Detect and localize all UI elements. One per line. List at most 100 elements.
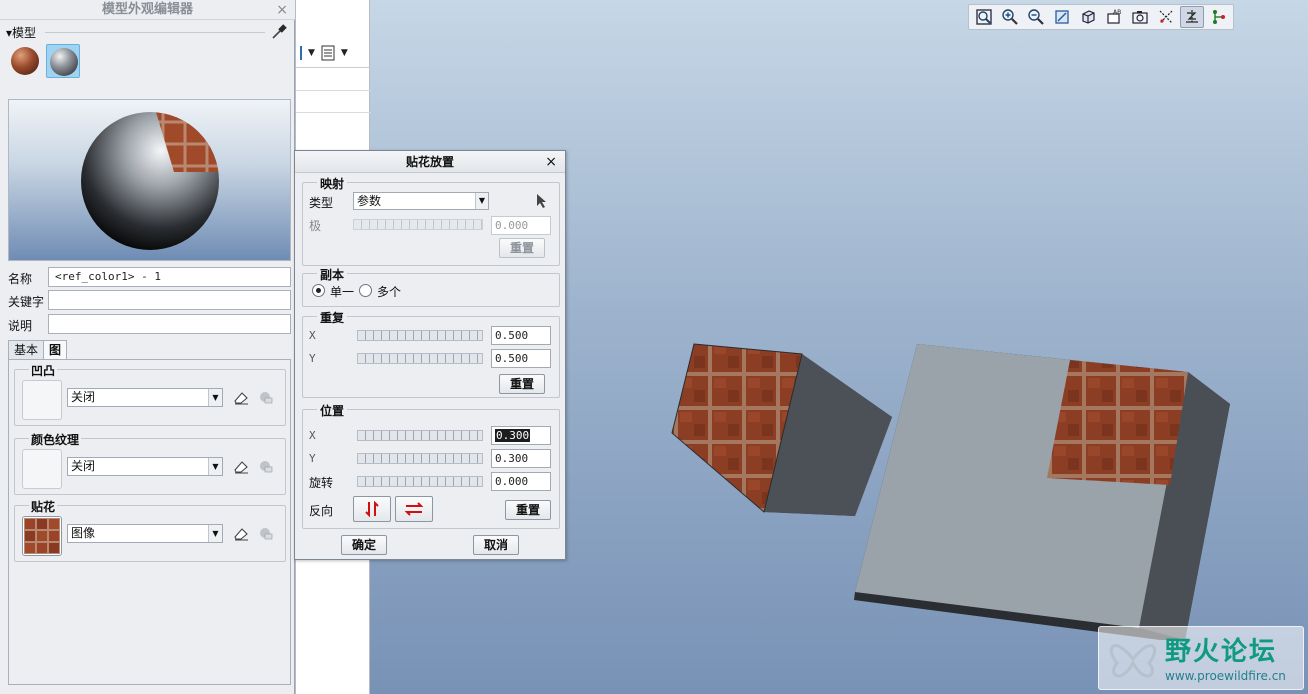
color-texture-slot[interactable] [22, 449, 62, 489]
copies-multiple-label: 多个 [377, 285, 402, 299]
flip-horizontal-button[interactable] [395, 496, 433, 522]
datum-axes-icon [1159, 10, 1173, 24]
brick-texture-icon [24, 518, 60, 554]
appearance-editor-panel: 模型外观编辑器 × ▾模型 名称 <ref_color1> - 1 关键字 说明… [0, 0, 295, 694]
copies-multiple-radio[interactable] [359, 284, 372, 297]
repeat-x-slider[interactable] [357, 330, 483, 341]
zoom-in-icon [1002, 9, 1018, 25]
tree-divider [296, 90, 371, 91]
chevron-down-icon: ▼ [208, 525, 222, 542]
position-x-input[interactable]: 0.300 [491, 426, 551, 445]
display-style-button[interactable] [1076, 6, 1100, 28]
section-divider [45, 32, 265, 33]
flip-vertical-icon [365, 500, 379, 518]
butterfly-logo-icon [1109, 644, 1157, 678]
eraser-icon[interactable] [233, 389, 249, 405]
nodes-icon [1213, 10, 1225, 24]
eraser-icon[interactable] [233, 525, 249, 541]
rotate-input[interactable]: 0.000 [491, 472, 551, 491]
decal-title: 贴花 [29, 498, 58, 515]
panel-close-button[interactable]: × [276, 1, 288, 19]
position-title: 位置 [317, 402, 348, 419]
position-x-label: X [309, 429, 316, 442]
saved-views-icon: AB [1107, 9, 1121, 24]
decal-texture-slot[interactable] [22, 516, 62, 556]
color-texture-select[interactable]: 关闭 ▼ [67, 457, 223, 476]
decal-value: 图像 [71, 526, 96, 540]
cube-icon [1082, 10, 1095, 24]
saved-views-button[interactable]: AB [1102, 6, 1126, 28]
chevron-down-icon: ▼ [475, 193, 488, 209]
repaint-icon [1055, 10, 1069, 24]
camera-icon [1132, 11, 1148, 24]
name-label: 名称 [8, 272, 33, 286]
chevron-down-icon[interactable]: ▼ [308, 48, 315, 58]
panel-title: 模型外观编辑器 [0, 0, 295, 20]
brick-ball [11, 47, 39, 75]
pole-input[interactable]: 0.000 [491, 216, 551, 235]
sphere-settings-icon[interactable] [257, 389, 273, 405]
select-arrow-icon[interactable] [535, 193, 547, 209]
toolbar-edge-icon [300, 45, 302, 60]
ok-button[interactable]: 确定 [341, 535, 387, 555]
dialog-title: 贴花放置 [295, 151, 565, 173]
keyword-input[interactable] [48, 290, 291, 310]
zoom-in-button[interactable] [998, 6, 1022, 28]
bump-select[interactable]: 关闭 ▼ [67, 388, 223, 407]
repeat-y-slider[interactable] [357, 353, 483, 364]
view-manager-button[interactable] [1128, 6, 1152, 28]
mapping-type-select[interactable]: 参数 ▼ [353, 192, 489, 210]
repaint-button[interactable] [1050, 6, 1074, 28]
name-input[interactable]: <ref_color1> - 1 [48, 267, 291, 287]
annotation-display-button[interactable] [1206, 6, 1230, 28]
refit-button[interactable] [972, 6, 996, 28]
mapping-title: 映射 [317, 175, 348, 192]
watermark-url: www.proewildfire.cn [1165, 669, 1286, 683]
tab-map[interactable]: 图 [43, 340, 68, 361]
keyword-label: 关键字 [8, 295, 45, 309]
flip-label: 反向 [309, 504, 334, 518]
datum-display-button[interactable] [1154, 6, 1178, 28]
type-label: 类型 [309, 196, 334, 210]
repeat-reset-button[interactable]: 重置 [499, 374, 545, 394]
decal-placement-dialog: 贴花放置 × 映射 类型 参数 ▼ 极 0.000 重置 副本 单一 多个 重复… [294, 150, 566, 560]
watermark-title: 野火论坛 [1165, 637, 1278, 667]
model-section-toggle[interactable]: ▾模型 [6, 24, 36, 41]
copies-single-label: 单一 [330, 285, 355, 299]
mapping-reset-button[interactable]: 重置 [499, 238, 545, 258]
appearance-swatch-brick[interactable] [8, 44, 42, 78]
appearance-swatch-selected[interactable] [46, 44, 80, 78]
color-texture-group: 颜色纹理 关闭 ▼ [14, 431, 286, 495]
repeat-x-input[interactable]: 0.500 [491, 326, 551, 345]
repeat-y-label: Y [309, 352, 316, 365]
chevron-down-icon[interactable]: ▼ [341, 48, 348, 58]
eraser-icon[interactable] [233, 458, 249, 474]
repeat-y-input[interactable]: 0.500 [491, 349, 551, 368]
copies-single-radio[interactable] [312, 284, 325, 297]
eyedropper-icon[interactable] [270, 23, 288, 41]
tab-basic[interactable]: 基本 [8, 340, 45, 360]
color-texture-title: 颜色纹理 [29, 431, 82, 448]
dialog-close-button[interactable]: × [545, 154, 557, 170]
zoom-out-button[interactable] [1024, 6, 1048, 28]
repeat-title: 重复 [317, 309, 348, 326]
description-input[interactable] [48, 314, 291, 334]
pole-slider[interactable] [353, 219, 483, 230]
position-y-slider[interactable] [357, 453, 483, 464]
gray-ball [50, 48, 78, 76]
flip-vertical-button[interactable] [353, 496, 391, 522]
position-reset-button[interactable]: 重置 [505, 500, 551, 520]
position-y-input[interactable]: 0.300 [491, 449, 551, 468]
spin-center-button[interactable] [1180, 6, 1204, 28]
position-x-slider[interactable] [357, 430, 483, 441]
sphere-settings-icon[interactable] [257, 525, 273, 541]
cancel-button[interactable]: 取消 [473, 535, 519, 555]
bump-value: 关闭 [71, 390, 96, 404]
rotate-slider[interactable] [357, 476, 483, 487]
decal-select[interactable]: 图像 ▼ [67, 524, 223, 543]
list-settings-icon[interactable] [319, 44, 337, 62]
sphere-settings-icon[interactable] [257, 458, 273, 474]
flip-horizontal-icon [404, 502, 424, 516]
bump-texture-slot[interactable] [22, 380, 62, 420]
rotate-label: 旋转 [309, 476, 334, 490]
